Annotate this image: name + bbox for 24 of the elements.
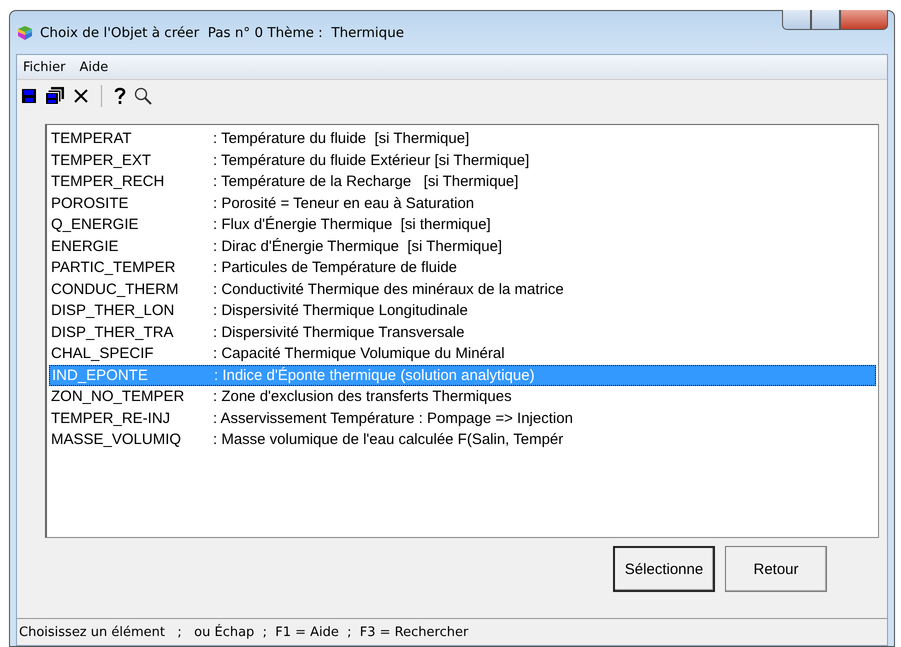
list-item[interactable]: TEMPER_RECH : Température de la Recharge [si Thermique] bbox=[49, 171, 876, 192]
app-icon bbox=[16, 24, 34, 40]
list-item[interactable]: CHAL_SPECIF : Capacité Thermique Volumique du Minéral bbox=[49, 343, 876, 364]
list-item[interactable]: ENERGIE : Dirac d'Énergie Thermique [si Thermique] bbox=[49, 236, 876, 257]
list-item[interactable]: DISP_THER_TRA : Dispersivité Thermique Transversale bbox=[49, 322, 876, 343]
dialog-button[interactable]: Sélectionne bbox=[613, 546, 715, 592]
list-item[interactable]: POROSITE : Porosité = Teneur en eau à Saturation bbox=[49, 192, 876, 214]
menu-item[interactable]: Aide bbox=[74, 60, 116, 74]
list-item[interactable]: TEMPERAT : Température du fluide [si Thermique] bbox=[49, 128, 876, 150]
list-item[interactable]: MASSE_VOLUMIQ : Masse volumique de l'eau calculée F(Salin, Tempér bbox=[49, 429, 876, 450]
delete-icon[interactable] bbox=[73, 88, 89, 104]
help-icon[interactable] bbox=[114, 87, 126, 105]
list-item[interactable]: TEMPER_RE-INJ : Asservissement Température : Pompage => Injection bbox=[49, 408, 876, 429]
list-item[interactable]: DISP_THER_LON : Dispersivité Thermique Longitudinale bbox=[49, 300, 876, 322]
menu-item[interactable]: Fichier bbox=[17, 60, 74, 74]
list-item[interactable]: CONDUC_THERM : Conductivité Thermique des minéraux de la matrice bbox=[49, 278, 876, 300]
list-item[interactable]: TEMPER_EXT : Température du fluide Extérieur [si Thermique] bbox=[49, 150, 876, 171]
search-icon[interactable] bbox=[134, 87, 152, 105]
list-item[interactable]: PARTIC_TEMPER : Particules de Température de fluide bbox=[49, 257, 876, 278]
list-item[interactable]: ZON_NO_TEMPER : Zone d'exclusion des transferts Thermiques bbox=[49, 386, 876, 408]
dialog-button[interactable]: Retour bbox=[725, 546, 827, 592]
stacked-floppy-disks-icon[interactable] bbox=[45, 87, 65, 105]
list-item[interactable]: Q_ENERGIE : Flux d'Énergie Thermique [si thermique] bbox=[49, 214, 876, 236]
window-title: Choix de l'Objet à créer Pas n° 0 Thème : Thermique bbox=[40, 24, 404, 40]
